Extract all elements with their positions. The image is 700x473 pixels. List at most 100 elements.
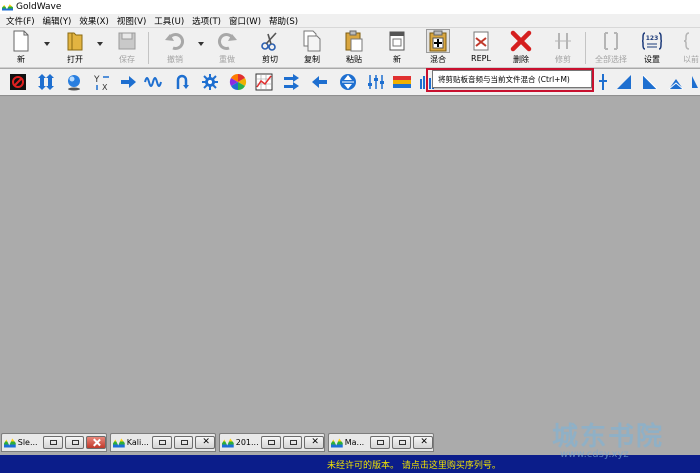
- mixer-sliders-icon[interactable]: [366, 72, 386, 92]
- double-arrow-icon[interactable]: [282, 72, 302, 92]
- menu-effects[interactable]: 效果(X): [75, 15, 112, 27]
- new-dropdown-icon[interactable]: [44, 42, 50, 48]
- arrow-left-icon[interactable]: [310, 72, 330, 92]
- sound-window-2[interactable]: Kali... ✕: [110, 433, 216, 452]
- maximize-button[interactable]: [391, 436, 412, 449]
- globe-icon[interactable]: [64, 72, 84, 92]
- redo-button[interactable]: 重做: [214, 30, 240, 66]
- open-label: 打开: [67, 55, 83, 64]
- toolbar-chevron-icon[interactable]: [690, 72, 700, 92]
- license-message[interactable]: 未经许可的版本。 请点击这里购买序列号。: [327, 458, 501, 471]
- shape-volume-icon[interactable]: [666, 72, 686, 92]
- maximize-button[interactable]: [64, 436, 85, 449]
- cue-button[interactable]: 以前: [680, 30, 700, 66]
- close-button[interactable]: [86, 436, 106, 449]
- restore-button[interactable]: [43, 436, 63, 449]
- trim-icon: [552, 30, 574, 52]
- close-button[interactable]: ✕: [304, 436, 324, 449]
- redo-label: 重做: [219, 55, 235, 64]
- cue-brace-icon: [680, 30, 700, 52]
- menu-edit[interactable]: 编辑(Y): [39, 15, 76, 27]
- menu-file[interactable]: 文件(F): [2, 15, 39, 27]
- loop-arrow-icon[interactable]: [172, 72, 192, 92]
- title-bar: GoldWave: [0, 0, 700, 14]
- sound-window-title: Ma...: [344, 438, 365, 447]
- delete-label: 删除: [513, 55, 529, 64]
- sound-window-title: Sle...: [17, 438, 38, 447]
- copy-icon: [301, 30, 323, 52]
- menu-options[interactable]: 选项(T): [188, 15, 225, 27]
- restore-button[interactable]: [370, 436, 390, 449]
- workspace-area[interactable]: [0, 97, 700, 431]
- stop-record-icon[interactable]: [8, 72, 28, 92]
- mix-clipboard-icon: [426, 29, 450, 53]
- expand-icon[interactable]: [36, 72, 56, 92]
- close-icon: [92, 438, 101, 447]
- maximize-button[interactable]: [282, 436, 303, 449]
- save-button[interactable]: 保存: [114, 30, 140, 66]
- mix-button[interactable]: 混合: [425, 29, 451, 66]
- save-disk-icon: [116, 30, 138, 52]
- paste-new-button[interactable]: 新: [384, 30, 410, 66]
- menu-view[interactable]: 视图(V): [113, 15, 150, 27]
- close-button[interactable]: ✕: [195, 436, 215, 449]
- sound-window-3[interactable]: 201... ✕: [219, 433, 325, 452]
- mix-tooltip: 将剪贴板音频与当前文件混合 (Ctrl+M): [432, 70, 592, 88]
- cut-button[interactable]: 剪切: [257, 30, 283, 66]
- cut-label: 剪切: [262, 55, 278, 64]
- new-button[interactable]: 新: [8, 30, 34, 66]
- select-all-label: 全部选择: [595, 55, 627, 64]
- restore-button[interactable]: [152, 436, 172, 449]
- compress-icon[interactable]: [338, 72, 358, 92]
- volume-up-icon[interactable]: [594, 72, 614, 92]
- open-dropdown-icon[interactable]: [97, 42, 103, 48]
- arrow-right-icon[interactable]: [118, 72, 138, 92]
- equalizer-grid-icon[interactable]: [254, 72, 274, 92]
- sound-file-icon: [331, 438, 343, 448]
- spectrum-icon[interactable]: [392, 72, 412, 92]
- delete-x-icon: [510, 30, 532, 52]
- delete-button[interactable]: 删除: [508, 30, 534, 66]
- open-button[interactable]: 打开: [62, 30, 88, 66]
- sound-window-1[interactable]: Sle...: [1, 433, 107, 452]
- undo-dropdown-icon[interactable]: [198, 42, 204, 48]
- maximize-icon: [180, 440, 188, 445]
- wave-icon[interactable]: [144, 72, 164, 92]
- settings-123-icon: 123: [641, 30, 663, 52]
- goldwave-icon: [2, 2, 13, 13]
- paste-clipboard-icon: [343, 30, 365, 52]
- menu-window[interactable]: 窗口(W): [225, 15, 265, 27]
- replace-button[interactable]: REPL: [468, 30, 494, 66]
- status-bar[interactable]: 未经许可的版本。 请点击这里购买序列号。: [0, 455, 700, 473]
- undo-button[interactable]: 撤销: [162, 30, 188, 66]
- select-all-icon: [600, 30, 622, 52]
- copy-button[interactable]: 复制: [299, 30, 325, 66]
- fade-out-icon[interactable]: [640, 72, 660, 92]
- maximize-button[interactable]: [173, 436, 194, 449]
- sound-window-title: 201...: [235, 438, 259, 447]
- settings-button[interactable]: 123 设置: [639, 30, 665, 66]
- mix-label: 混合: [430, 55, 446, 64]
- select-all-button[interactable]: 全部选择: [594, 30, 628, 66]
- maximize-icon: [398, 440, 406, 445]
- save-label: 保存: [119, 55, 135, 64]
- new-window-icon: [386, 30, 408, 52]
- trim-button[interactable]: 修剪: [550, 30, 576, 66]
- gear-icon[interactable]: [200, 72, 220, 92]
- new-label: 新: [17, 55, 25, 64]
- svg-text:X: X: [102, 83, 108, 91]
- restore-icon: [159, 440, 167, 445]
- replace-label: REPL: [471, 54, 491, 63]
- sound-window-4[interactable]: Ma... ✕: [328, 433, 434, 452]
- color-wheel-icon[interactable]: [228, 72, 248, 92]
- close-button[interactable]: ✕: [413, 436, 433, 449]
- menu-help[interactable]: 帮助(S): [265, 15, 302, 27]
- restore-button[interactable]: [261, 436, 281, 449]
- swap-xy-icon[interactable]: YX: [92, 72, 112, 92]
- fade-in-icon[interactable]: [614, 72, 634, 92]
- paste-button[interactable]: 粘贴: [341, 30, 367, 66]
- close-icon: ✕: [202, 437, 210, 447]
- undo-label: 撤销: [167, 55, 183, 64]
- menu-tools[interactable]: 工具(U): [150, 15, 188, 27]
- open-folder-icon: [64, 30, 86, 52]
